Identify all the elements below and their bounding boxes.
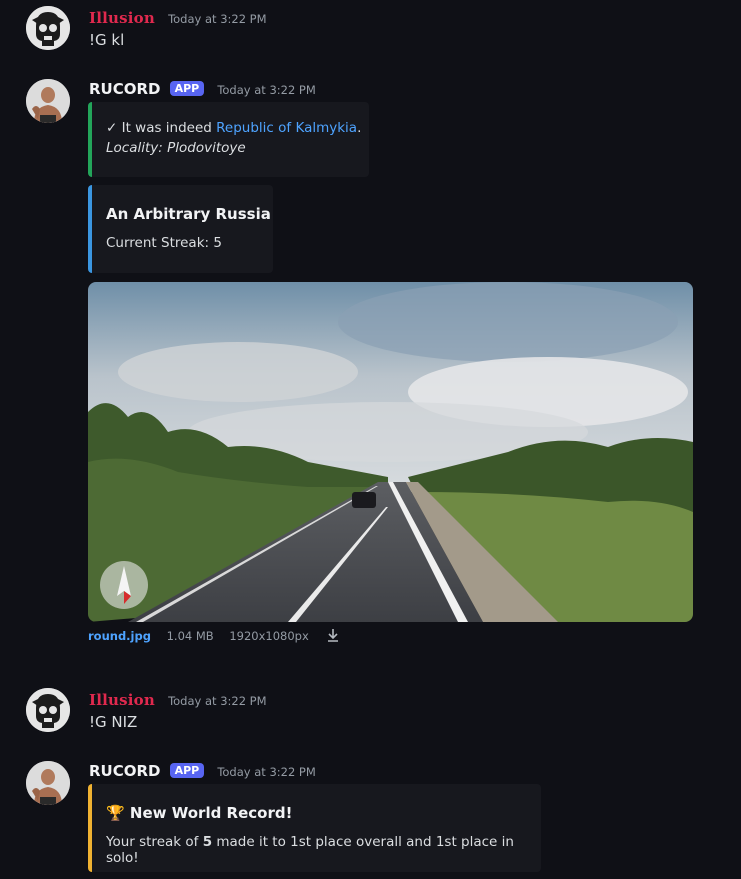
timestamp[interactable]: Today at 3:22 PM bbox=[168, 694, 266, 708]
avatar[interactable] bbox=[26, 6, 70, 50]
attachment-resolution: 1920x1080px bbox=[229, 629, 309, 643]
username[interactable]: Illusion bbox=[89, 9, 155, 27]
attachment-filename[interactable]: round.jpg bbox=[88, 629, 151, 643]
app-badge: APP bbox=[169, 763, 205, 778]
timestamp[interactable]: Today at 3:22 PM bbox=[217, 765, 315, 779]
username[interactable]: RUCORD bbox=[89, 762, 161, 780]
download-icon[interactable] bbox=[326, 628, 340, 645]
record-embed: 🏆 New World Record! Your streak of 5 mad… bbox=[88, 784, 541, 872]
place-link[interactable]: Republic of Kalmykia bbox=[216, 120, 357, 136]
avatar[interactable] bbox=[26, 761, 70, 805]
trophy-icon: 🏆 bbox=[106, 804, 125, 822]
street-view-image[interactable] bbox=[88, 282, 693, 622]
message-text: !G kl bbox=[89, 31, 125, 49]
timestamp[interactable]: Today at 3:22 PM bbox=[217, 83, 315, 97]
attachment-size: 1.04 MB bbox=[166, 629, 214, 643]
username[interactable]: RUCORD bbox=[89, 80, 161, 98]
streak-embed: An Arbitrary Russia Current Streak: 5 bbox=[88, 185, 273, 273]
record-description: Your streak of 5 made it to 1st place ov… bbox=[106, 834, 514, 866]
timestamp[interactable]: Today at 3:22 PM bbox=[168, 12, 266, 26]
attachment-info: round.jpg 1.04 MB 1920x1080px bbox=[88, 628, 340, 645]
embed-title: An Arbitrary Russia bbox=[106, 205, 271, 223]
message-text: !G NIZ bbox=[89, 713, 138, 731]
app-badge: APP bbox=[169, 81, 205, 96]
locality-line: Locality: Plodovitoye bbox=[106, 140, 246, 156]
username[interactable]: Illusion bbox=[89, 691, 155, 709]
result-line: ✓ It was indeed Republic of Kalmykia. bbox=[106, 120, 362, 136]
avatar[interactable] bbox=[26, 688, 70, 732]
result-embed: ✓ It was indeed Republic of Kalmykia. Lo… bbox=[88, 102, 369, 177]
avatar[interactable] bbox=[26, 79, 70, 123]
streak-line: Current Streak: 5 bbox=[106, 235, 222, 251]
embed-title: 🏆 New World Record! bbox=[106, 804, 293, 822]
